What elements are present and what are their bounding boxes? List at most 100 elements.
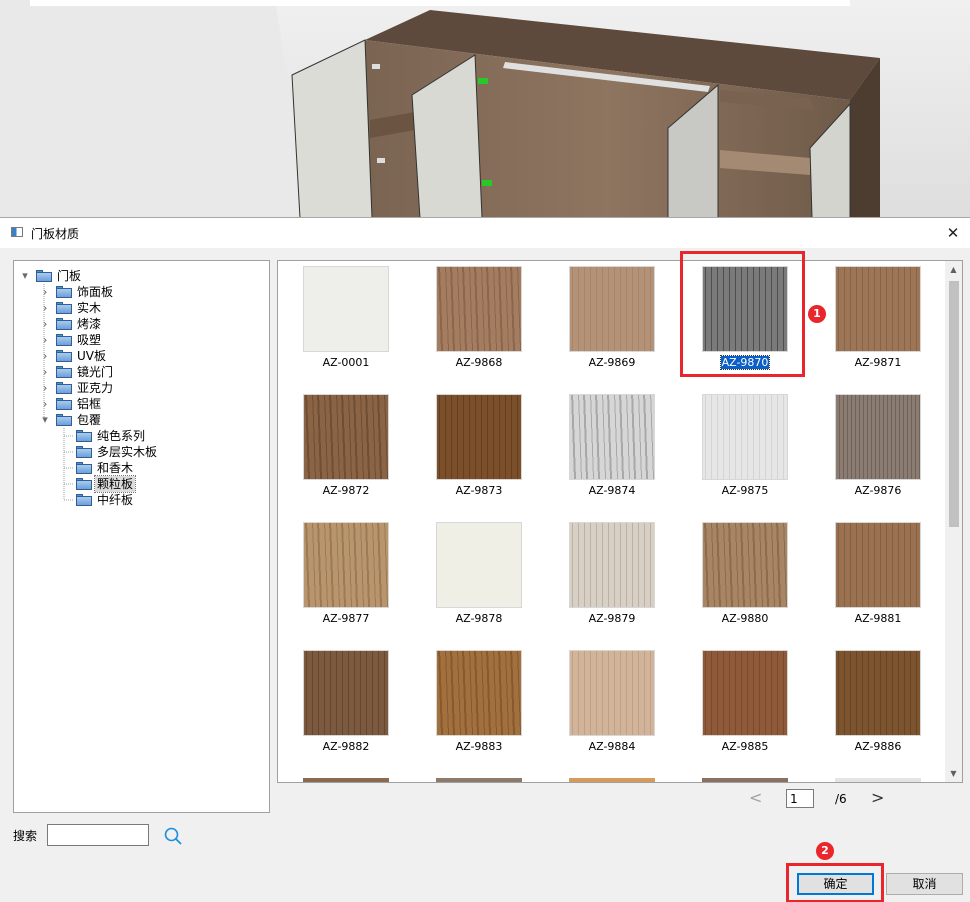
material-swatch-partial[interactable] (303, 778, 389, 782)
material-code-label[interactable]: AZ-9885 (685, 740, 805, 754)
cabinet-3d-model (0, 0, 970, 218)
material-swatch[interactable] (569, 266, 655, 352)
scroll-up-icon[interactable]: ▲ (945, 261, 962, 278)
material-code: AZ-9886 (854, 740, 902, 753)
folder-icon (36, 270, 52, 282)
material-swatch[interactable] (436, 266, 522, 352)
search-icon[interactable] (163, 826, 183, 846)
page-number-input[interactable] (786, 789, 814, 808)
material-swatch[interactable] (835, 394, 921, 480)
material-code-label[interactable]: AZ-9884 (552, 740, 672, 754)
scroll-thumb[interactable] (949, 281, 959, 527)
material-swatch[interactable] (303, 522, 389, 608)
vertical-scrollbar[interactable]: ▲ ▼ (945, 261, 962, 782)
tree-node[interactable]: › UV板 (14, 348, 264, 364)
material-code: AZ-9868 (455, 356, 503, 369)
material-swatch[interactable] (835, 266, 921, 352)
tree-node-label: UV板 (77, 349, 106, 363)
tree-node-label: 实木 (77, 301, 102, 315)
expand-icon[interactable]: › (40, 364, 50, 380)
material-code-label[interactable]: AZ-9875 (685, 484, 805, 498)
next-page-button[interactable]: > (871, 788, 884, 807)
material-code: AZ-9882 (322, 740, 370, 753)
tree-node[interactable]: › 镜光门 (14, 364, 264, 380)
material-swatch[interactable] (702, 522, 788, 608)
material-swatch[interactable] (436, 650, 522, 736)
material-swatch-partial[interactable] (702, 778, 788, 782)
folder-icon (56, 318, 72, 330)
material-code-label[interactable]: AZ-9871 (818, 356, 938, 370)
tree-node[interactable]: 颗粒板 (14, 475, 264, 493)
expand-icon[interactable]: › (40, 396, 50, 412)
material-code-label[interactable]: AZ-9886 (818, 740, 938, 754)
material-swatch[interactable] (436, 394, 522, 480)
material-code: AZ-9878 (455, 612, 503, 625)
material-code: AZ-9877 (322, 612, 370, 625)
tree-node[interactable]: › 实木 (14, 300, 264, 316)
material-code: AZ-9881 (854, 612, 902, 625)
expand-icon[interactable]: › (40, 284, 50, 300)
expand-icon[interactable]: › (40, 348, 50, 364)
tree-node[interactable]: › 亚克力 (14, 380, 264, 396)
material-code-label[interactable]: AZ-9879 (552, 612, 672, 626)
material-swatch[interactable] (835, 522, 921, 608)
tree-node-label: 中纤板 (97, 493, 134, 507)
tree-node[interactable]: 多层实木板 (14, 444, 264, 460)
material-swatch[interactable] (702, 650, 788, 736)
tree-node[interactable]: 纯色系列 (14, 428, 264, 444)
prev-page-button[interactable]: < (749, 788, 762, 807)
material-swatch[interactable] (303, 650, 389, 736)
material-swatch[interactable] (569, 650, 655, 736)
material-swatch[interactable] (702, 394, 788, 480)
tree-node[interactable]: › 饰面板 (14, 284, 264, 300)
category-tree[interactable]: ▾ 门板 › 饰面板 › 实木 › 烤漆 › 吸塑 › UV板 › 镜光门 › 亚克力 › 铝框 ▾ 包覆 纯色系列 多层… (13, 260, 270, 813)
material-code-label[interactable]: AZ-9880 (685, 612, 805, 626)
tree-node[interactable]: ▾ 包覆 (14, 412, 264, 428)
collapse-icon[interactable]: ▾ (20, 268, 30, 284)
material-code-label[interactable]: AZ-0001 (286, 356, 406, 370)
material-swatch[interactable] (569, 394, 655, 480)
material-swatch[interactable] (303, 266, 389, 352)
tree-node[interactable]: › 烤漆 (14, 316, 264, 332)
material-swatch[interactable] (569, 522, 655, 608)
tree-node-label: 饰面板 (77, 285, 114, 299)
collapse-icon[interactable]: ▾ (40, 412, 50, 428)
material-code-label[interactable]: AZ-9868 (419, 356, 539, 370)
expand-icon[interactable]: › (40, 380, 50, 396)
search-input[interactable] (47, 824, 149, 846)
expand-icon[interactable]: › (40, 332, 50, 348)
material-code-label[interactable]: AZ-9869 (552, 356, 672, 370)
tree-node[interactable]: 中纤板 (14, 492, 264, 508)
material-swatch[interactable] (436, 522, 522, 608)
folder-icon (56, 302, 72, 314)
material-code-label[interactable]: AZ-9872 (286, 484, 406, 498)
material-swatch-partial[interactable] (835, 778, 921, 782)
tree-node-label: 吸塑 (77, 333, 102, 347)
folder-icon (56, 414, 72, 426)
scroll-down-icon[interactable]: ▼ (945, 765, 962, 782)
expand-icon[interactable]: › (40, 316, 50, 332)
cancel-button[interactable]: 取消 (886, 873, 963, 895)
tree-node[interactable]: › 铝框 (14, 396, 264, 412)
material-code-label[interactable]: AZ-9874 (552, 484, 672, 498)
material-swatch-partial[interactable] (436, 778, 522, 782)
material-code-label[interactable]: AZ-9877 (286, 612, 406, 626)
material-code: AZ-9869 (588, 356, 636, 369)
material-code-label[interactable]: AZ-9876 (818, 484, 938, 498)
material-code-label[interactable]: AZ-9882 (286, 740, 406, 754)
tree-root[interactable]: ▾ 门板 (14, 268, 264, 284)
material-swatch[interactable] (835, 650, 921, 736)
material-code-label[interactable]: AZ-9881 (818, 612, 938, 626)
3d-viewport (0, 0, 970, 218)
material-swatch-partial[interactable] (569, 778, 655, 782)
material-code-label[interactable]: AZ-9883 (419, 740, 539, 754)
material-code-label[interactable]: AZ-9873 (419, 484, 539, 498)
tree-node[interactable]: 和香木 (14, 460, 264, 476)
material-code: AZ-9885 (721, 740, 769, 753)
close-icon[interactable]: ✕ (940, 220, 966, 246)
tree-node[interactable]: › 吸塑 (14, 332, 264, 348)
expand-icon[interactable]: › (40, 300, 50, 316)
folder-icon (56, 366, 72, 378)
material-swatch[interactable] (303, 394, 389, 480)
material-code-label[interactable]: AZ-9878 (419, 612, 539, 626)
